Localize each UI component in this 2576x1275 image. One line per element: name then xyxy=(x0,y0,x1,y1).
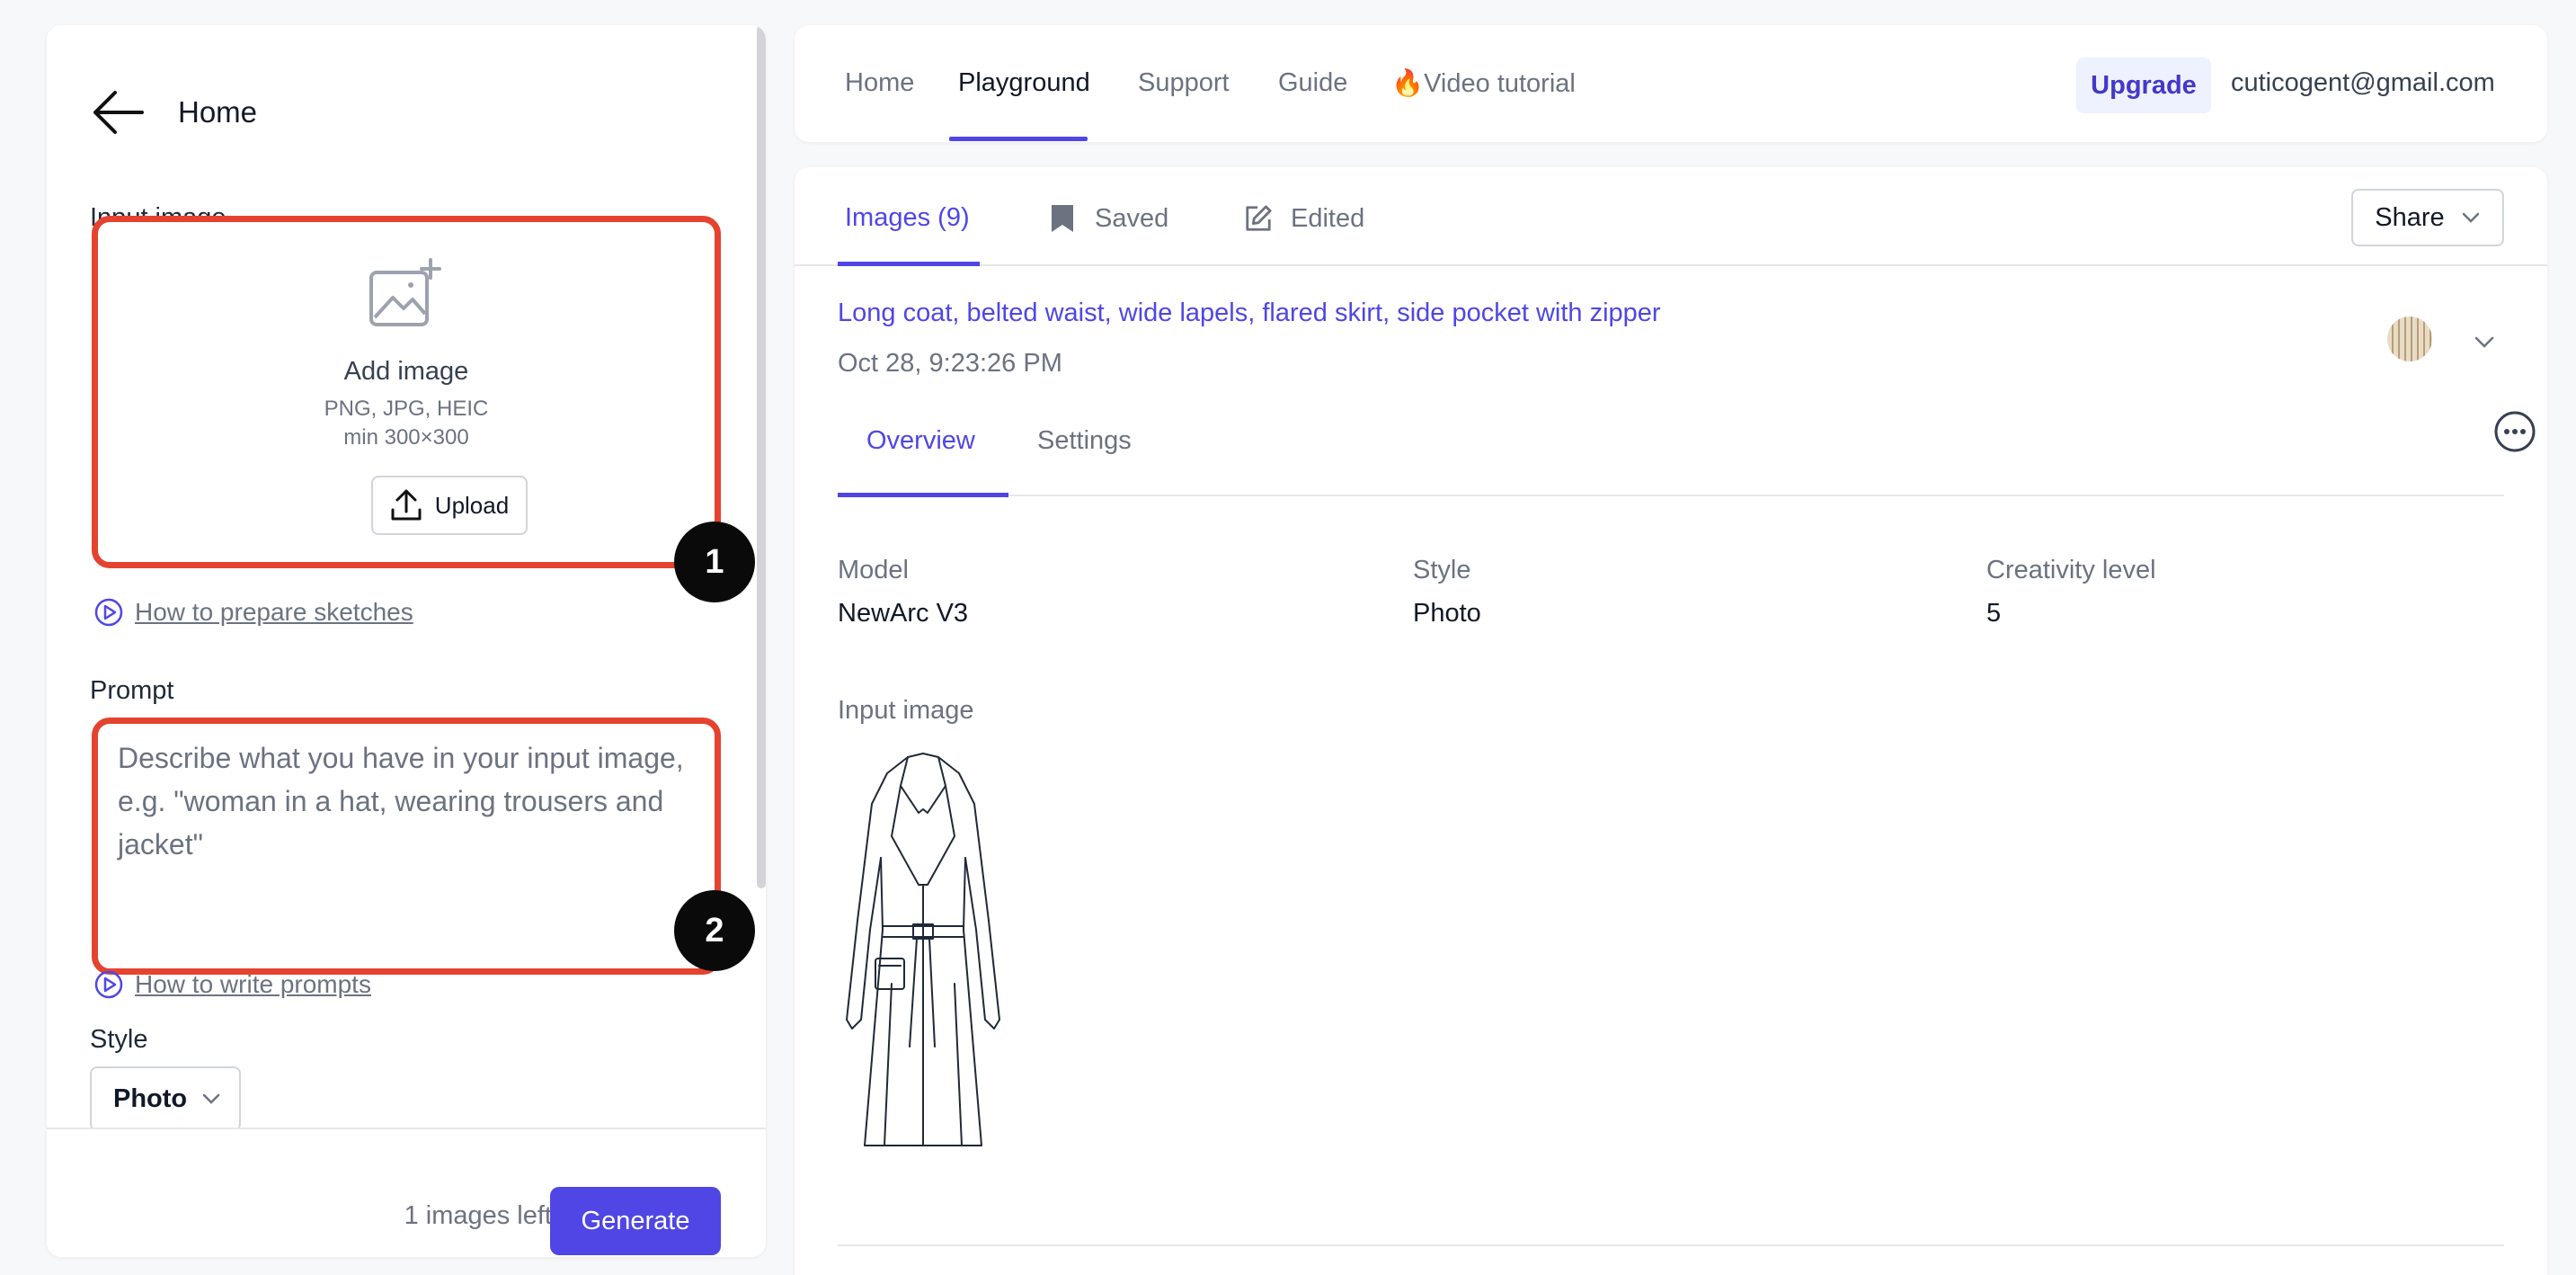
tab-images-label: Images (9) xyxy=(845,203,970,232)
prompt-box xyxy=(92,718,721,975)
style-meta-value: Photo xyxy=(1413,599,1481,628)
share-button[interactable]: Share xyxy=(2351,189,2504,246)
add-image-title: Add image xyxy=(343,357,469,386)
play-circle-icon xyxy=(94,970,123,999)
chevron-down-icon xyxy=(2462,212,2479,223)
creativity-value: 5 xyxy=(1986,599,2002,628)
nav-playground[interactable]: Playground xyxy=(958,68,1090,98)
subtab-overview[interactable]: Overview xyxy=(866,426,975,456)
upgrade-button[interactable]: Upgrade xyxy=(2076,58,2211,113)
back-home-link[interactable]: Home xyxy=(92,90,257,135)
nav-support[interactable]: Support xyxy=(1138,68,1230,98)
left-panel-scrollbar[interactable] xyxy=(757,25,766,1257)
input-image-heading: Input image xyxy=(838,696,974,725)
nav-video-tutorial[interactable]: 🔥Video tutorial xyxy=(1391,68,1576,99)
prompt-label: Prompt xyxy=(90,676,174,705)
step-badge-2: 2 xyxy=(674,890,755,971)
sketch-help-link[interactable]: How to prepare sketches xyxy=(93,597,413,628)
coat-sketch-image[interactable] xyxy=(838,750,1008,1164)
images-left-count: 1 images left xyxy=(404,1201,552,1230)
tab-active-indicator xyxy=(838,262,980,266)
nav-home[interactable]: Home xyxy=(845,68,914,98)
result-timestamp: Oct 28, 9:23:26 PM xyxy=(838,349,1062,378)
nav-active-indicator xyxy=(949,137,1088,141)
model-value: NewArc V3 xyxy=(838,599,969,628)
min-size-hint: min 300×300 xyxy=(343,425,469,450)
result-thumbnail[interactable] xyxy=(2387,317,2432,361)
style-meta-label: Style xyxy=(1413,556,1471,584)
subtab-active-indicator xyxy=(838,493,1008,497)
step-badge-1: 1 xyxy=(674,522,755,602)
section-divider xyxy=(838,1244,2504,1246)
bookmark-icon xyxy=(1052,205,1073,232)
play-circle-icon xyxy=(94,598,123,627)
upload-icon xyxy=(391,489,422,521)
generate-footer: 1 images left Generate xyxy=(47,1128,766,1257)
tab-saved[interactable]: Saved xyxy=(1048,203,1168,234)
tab-saved-label: Saved xyxy=(1095,203,1169,233)
generate-button[interactable]: Generate xyxy=(550,1187,721,1255)
user-email[interactable]: cuticogent@gmail.com xyxy=(2231,68,2495,98)
prompt-help-link[interactable]: How to write prompts xyxy=(93,969,371,1000)
image-add-icon xyxy=(369,258,441,326)
scrollbar-thumb[interactable] xyxy=(757,25,766,888)
prompt-input[interactable] xyxy=(98,724,715,968)
tab-edited-label: Edited xyxy=(1291,203,1365,233)
subtab-settings[interactable]: Settings xyxy=(1037,426,1132,456)
model-label: Model xyxy=(838,556,909,584)
style-select-value: Photo xyxy=(113,1083,188,1113)
style-label: Style xyxy=(90,1025,148,1054)
nav-guide[interactable]: Guide xyxy=(1278,68,1347,98)
result-prompt-title[interactable]: Long coat, belted waist, wide lapels, fl… xyxy=(838,299,1661,328)
chevron-down-icon[interactable] xyxy=(2472,329,2497,354)
image-dropzone[interactable]: Add image PNG, JPG, HEIC min 300×300 Upl… xyxy=(92,216,721,568)
style-select[interactable]: Photo xyxy=(90,1066,241,1131)
sketch-help-text: How to prepare sketches xyxy=(135,598,413,626)
prompt-help-text: How to write prompts xyxy=(135,970,371,998)
left-panel: Home Input image Add image PNG, JPG, HEI… xyxy=(47,25,766,1257)
upload-button[interactable]: Upload xyxy=(371,476,528,535)
back-label: Home xyxy=(178,95,258,129)
top-nav: Home Playground Support Guide 🔥Video tut… xyxy=(795,25,2547,142)
tab-images[interactable]: Images (9) xyxy=(845,203,970,233)
result-subtabs: Overview Settings xyxy=(838,411,2536,497)
tab-edited[interactable]: Edited xyxy=(1244,203,1364,234)
edit-icon xyxy=(1246,205,1272,231)
main-card: Images (9) Saved Edited Share Long coat,… xyxy=(795,167,2547,1275)
image-tabs: Images (9) Saved Edited Share xyxy=(795,167,2547,266)
chevron-down-icon xyxy=(202,1093,220,1104)
share-label: Share xyxy=(2375,202,2445,232)
accepted-formats: PNG, JPG, HEIC xyxy=(324,397,489,421)
arrow-left-icon xyxy=(93,91,144,134)
upload-label: Upload xyxy=(434,491,510,519)
more-options-icon[interactable] xyxy=(2493,410,2536,453)
creativity-label: Creativity level xyxy=(1986,556,2156,584)
